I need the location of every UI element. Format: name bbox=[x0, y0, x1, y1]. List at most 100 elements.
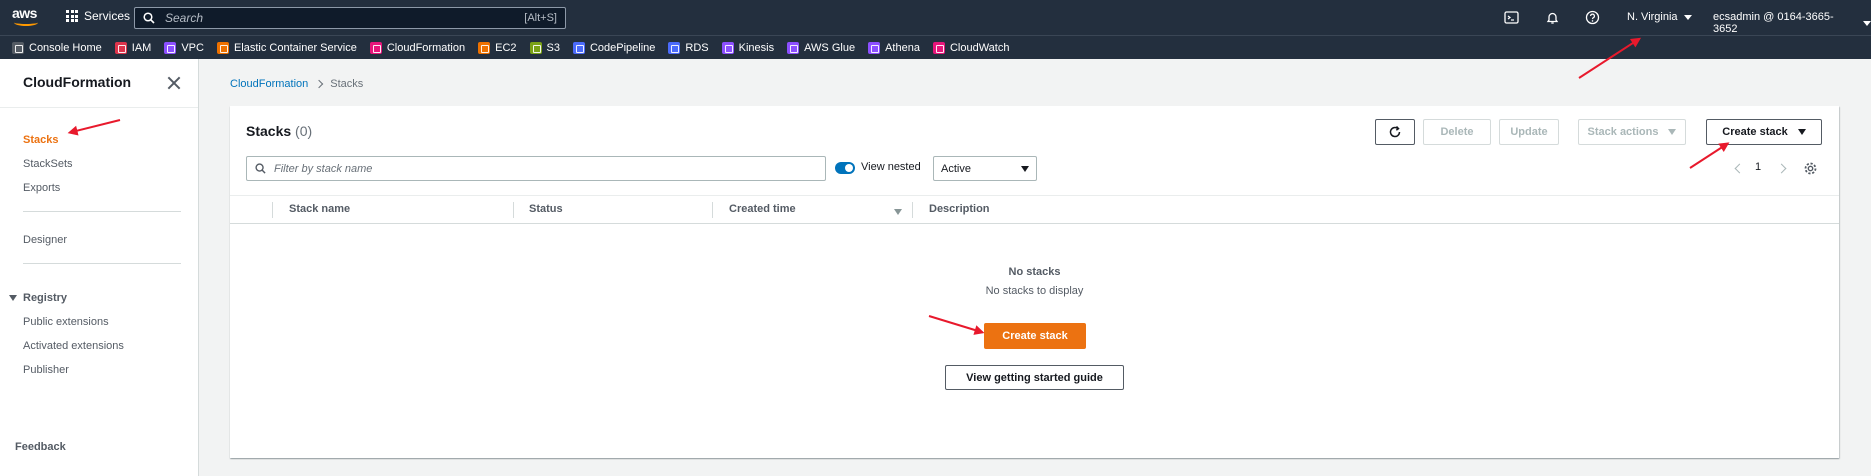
ec2-service-icon bbox=[478, 41, 491, 54]
divider bbox=[0, 107, 198, 108]
aws-logo[interactable]: aws bbox=[12, 6, 42, 28]
grid-icon bbox=[66, 10, 78, 22]
chevron-down-icon bbox=[1863, 20, 1871, 26]
previous-page-icon[interactable] bbox=[1734, 163, 1745, 174]
filter-input[interactable] bbox=[274, 162, 817, 175]
settings-gear-icon[interactable] bbox=[1803, 161, 1818, 176]
favorite-s3[interactable]: S3 bbox=[529, 41, 560, 54]
cloudwatch-service-icon bbox=[932, 41, 945, 54]
sidebar-item-stacksets[interactable]: StackSets bbox=[23, 158, 73, 170]
status-filter-select[interactable]: Active bbox=[933, 156, 1037, 181]
favorite-label: S3 bbox=[546, 41, 560, 54]
favorite-label: CodePipeline bbox=[589, 41, 656, 54]
top-navigation-bar: aws Services [Alt+S] N. Virginia ecsadmi… bbox=[0, 0, 1871, 35]
close-icon[interactable] bbox=[167, 76, 181, 90]
breadcrumb-cloudformation[interactable]: CloudFormation bbox=[230, 78, 308, 90]
empty-state-title: No stacks bbox=[1008, 266, 1061, 278]
cloudshell-icon[interactable] bbox=[1504, 10, 1519, 25]
breadcrumb: CloudFormation Stacks bbox=[230, 78, 363, 90]
favorite-vpc[interactable]: VPC bbox=[164, 41, 204, 54]
stacks-panel: Stacks (0) Delete Update Stack actions C… bbox=[230, 106, 1839, 458]
sidebar-item-stacks[interactable]: Stacks bbox=[23, 134, 58, 146]
delete-button[interactable]: Delete bbox=[1423, 119, 1491, 145]
region-label: N. Virginia bbox=[1627, 11, 1678, 23]
caret-down-icon bbox=[1021, 165, 1029, 172]
page-title: Stacks (0) bbox=[246, 123, 312, 139]
favorite-elastic-container-service[interactable]: Elastic Container Service bbox=[216, 41, 357, 54]
update-button[interactable]: Update bbox=[1499, 119, 1559, 145]
refresh-icon bbox=[1389, 125, 1401, 138]
panel-title-text: Stacks bbox=[246, 123, 292, 139]
favorites-bar: Console Home IAM VPC Elastic Container Serv… bbox=[0, 35, 1871, 59]
help-icon[interactable] bbox=[1585, 10, 1600, 25]
region-selector[interactable]: N. Virginia bbox=[1627, 11, 1692, 23]
favorite-codepipeline[interactable]: CodePipeline bbox=[572, 41, 656, 54]
status-filter-value: Active bbox=[941, 162, 971, 175]
column-divider bbox=[272, 202, 273, 218]
side-navigation: CloudFormation Stacks StackSets Exports … bbox=[0, 59, 199, 476]
create-stack-button[interactable]: Create stack bbox=[984, 323, 1086, 349]
services-label: Services bbox=[84, 9, 131, 23]
view-nested-label: View nested bbox=[861, 161, 921, 173]
favorite-label: IAM bbox=[131, 41, 152, 54]
global-search-box[interactable]: [Alt+S] bbox=[134, 7, 566, 29]
stack-actions-button[interactable]: Stack actions bbox=[1578, 119, 1686, 145]
column-description[interactable]: Description bbox=[929, 203, 990, 215]
column-divider bbox=[712, 202, 713, 218]
column-created-time[interactable]: Created time bbox=[729, 203, 796, 215]
search-shortcut-hint: [Alt+S] bbox=[524, 12, 557, 24]
notifications-bell-icon[interactable] bbox=[1545, 10, 1560, 25]
codepipeline-service-icon bbox=[572, 41, 585, 54]
favorite-label: Elastic Container Service bbox=[233, 41, 357, 54]
stack-actions-label: Stack actions bbox=[1587, 126, 1659, 138]
refresh-button[interactable] bbox=[1375, 119, 1415, 145]
services-menu-button[interactable]: Services bbox=[66, 9, 130, 23]
cloudformation-service-icon bbox=[369, 41, 382, 54]
next-page-icon[interactable] bbox=[1776, 163, 1787, 174]
table-header: Stack name Status Created time Descripti… bbox=[230, 195, 1839, 224]
search-icon bbox=[255, 163, 266, 174]
sidebar-item-public-extensions[interactable]: Public extensions bbox=[23, 316, 109, 328]
favorite-console-home[interactable]: Console Home bbox=[12, 41, 102, 54]
search-icon bbox=[143, 12, 155, 24]
sidebar-item-publisher[interactable]: Publisher bbox=[23, 364, 69, 376]
account-menu[interactable]: ecsadmin @ 0164-3665-3652 bbox=[1713, 11, 1871, 35]
favorite-athena[interactable]: Athena bbox=[868, 41, 920, 54]
console-home-service-icon bbox=[12, 41, 24, 54]
sidebar-item-activated-extensions[interactable]: Activated extensions bbox=[23, 340, 124, 352]
favorite-rds[interactable]: RDS bbox=[668, 41, 709, 54]
view-getting-started-guide-button[interactable]: View getting started guide bbox=[945, 365, 1124, 390]
column-divider bbox=[912, 202, 913, 218]
sidebar-item-designer[interactable]: Designer bbox=[23, 234, 67, 246]
page-number[interactable]: 1 bbox=[1755, 161, 1761, 173]
view-nested-toggle[interactable] bbox=[835, 162, 855, 174]
caret-down-icon bbox=[1797, 129, 1806, 135]
feedback-link[interactable]: Feedback bbox=[15, 441, 66, 453]
caret-down-icon bbox=[1668, 129, 1677, 135]
account-label: ecsadmin @ 0164-3665-3652 bbox=[1713, 11, 1834, 35]
sidebar-title: CloudFormation bbox=[23, 74, 132, 90]
filter-box[interactable] bbox=[246, 156, 826, 181]
divider bbox=[23, 263, 181, 264]
favorite-kinesis[interactable]: Kinesis bbox=[721, 41, 774, 54]
favorite-label: Athena bbox=[885, 41, 920, 54]
column-status[interactable]: Status bbox=[529, 203, 563, 215]
favorite-cloudformation[interactable]: CloudFormation bbox=[369, 41, 466, 54]
favorite-cloudwatch[interactable]: CloudWatch bbox=[932, 41, 1009, 54]
sort-descending-icon[interactable] bbox=[894, 209, 902, 215]
chevron-right-icon bbox=[315, 79, 324, 89]
favorite-aws-glue[interactable]: AWS Glue bbox=[787, 41, 855, 54]
column-stack-name[interactable]: Stack name bbox=[289, 203, 350, 215]
athena-service-icon bbox=[868, 41, 881, 54]
favorite-iam[interactable]: IAM bbox=[114, 41, 152, 54]
favorite-label: CloudFormation bbox=[386, 41, 466, 54]
favorite-ec2[interactable]: EC2 bbox=[478, 41, 517, 54]
registry-label: Registry bbox=[23, 292, 68, 304]
favorite-label: VPC bbox=[181, 41, 204, 54]
create-stack-dropdown-button[interactable]: Create stack bbox=[1706, 119, 1822, 145]
sidebar-item-exports[interactable]: Exports bbox=[23, 182, 60, 194]
favorite-label: Console Home bbox=[29, 41, 102, 54]
breadcrumb-stacks: Stacks bbox=[330, 78, 364, 90]
search-input[interactable] bbox=[165, 11, 525, 25]
sidebar-section-registry[interactable]: Registry bbox=[9, 292, 67, 304]
